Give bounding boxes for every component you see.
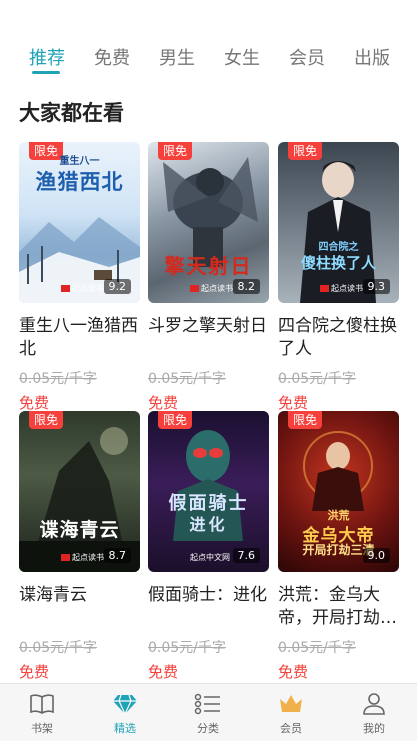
- nav-label: 书架: [31, 722, 53, 735]
- nav-label: 我的: [363, 722, 385, 735]
- cover-title: 擎天射日: [164, 254, 253, 278]
- section-title: 大家都在看: [19, 101, 124, 125]
- publisher-logo: 起点读书: [61, 283, 104, 294]
- book-title[interactable]: 四合院之傻柱换了人: [278, 315, 399, 361]
- tab-male[interactable]: 男生: [159, 44, 195, 70]
- publisher-logo: 起点读书: [61, 552, 104, 563]
- free-label: 免费: [19, 394, 50, 412]
- book-card[interactable]: 限免 洪荒 金乌大帝 开局打劫三清 9.0 洪荒：金乌大帝，开局打劫… 0.05…: [278, 411, 399, 682]
- free-label: 免费: [148, 663, 179, 681]
- score-badge: 9.3: [362, 279, 390, 294]
- cover-title: 傻柱换了人: [300, 254, 376, 272]
- active-tab-indicator: [32, 71, 60, 74]
- cover-subtitle: 四合院之: [318, 242, 359, 253]
- book-price: 0.05元/千字: [148, 371, 226, 387]
- score-badge: 9.2: [103, 279, 131, 294]
- score-badge: 8.2: [232, 279, 260, 294]
- cover-title: 渔猎西北: [35, 170, 124, 194]
- book-card[interactable]: 限免 假面骑士 进化 起点中文网 7.6 假面骑士：进化 0.05元/千字 免费: [148, 411, 269, 682]
- diamond-icon: [113, 694, 137, 716]
- book-card[interactable]: 限免 擎天射日 起点读书 8.2 斗罗之擎天射日 0.05元/千字 免费: [148, 142, 269, 413]
- publisher-label: 起点中文网: [190, 553, 230, 562]
- publisher-label: 起点读书: [331, 284, 363, 293]
- publisher-logo: 起点中文网: [190, 552, 230, 563]
- limited-free-badge: 限免: [158, 411, 193, 429]
- free-label: 免费: [19, 663, 50, 681]
- nav-category[interactable]: 分类: [178, 692, 238, 736]
- book-title[interactable]: 斗罗之擎天射日: [148, 315, 269, 361]
- limited-free-badge: 限免: [288, 142, 323, 160]
- tab-publish[interactable]: 出版: [354, 44, 390, 70]
- cover-title: 谍海青云: [39, 519, 120, 541]
- book-title[interactable]: 假面骑士：进化: [148, 584, 269, 630]
- book-title[interactable]: 洪荒：金乌大帝，开局打劫…: [278, 584, 399, 630]
- score-badge: 8.7: [103, 548, 131, 563]
- book-price: 0.05元/千字: [19, 371, 97, 387]
- book-cover[interactable]: 限免 重生八一 渔猎西北 起点读书 9.2: [19, 142, 140, 303]
- limited-free-badge: 限免: [158, 142, 193, 160]
- publisher-logo: 起点读书: [320, 283, 363, 294]
- list-icon: [194, 693, 220, 715]
- crown-icon: [280, 695, 302, 712]
- free-label: 免费: [278, 394, 309, 412]
- book-price: 0.05元/千字: [148, 640, 226, 656]
- nav-label: 分类: [197, 722, 219, 735]
- publisher-logo: 起点读书: [190, 283, 233, 294]
- limited-free-badge: 限免: [288, 411, 323, 429]
- publisher-label: 起点读书: [72, 553, 104, 562]
- cover-subtitle: 重生八一: [59, 156, 100, 167]
- limited-free-badge: 限免: [29, 411, 64, 429]
- tab-free[interactable]: 免费: [94, 44, 130, 70]
- book-icon: [30, 694, 54, 714]
- book-card[interactable]: 限免 谍海青云 起点读书 8.7 谍海青云 0.05元/千字 免费: [19, 411, 140, 682]
- publisher-label: 起点读书: [201, 284, 233, 293]
- nav-bookshelf[interactable]: 书架: [12, 692, 72, 736]
- book-price: 0.05元/千字: [19, 640, 97, 656]
- nav-member[interactable]: 会员: [261, 692, 321, 736]
- nav-profile[interactable]: 我的: [344, 692, 404, 736]
- bottom-nav: 书架 精选 分类 会员 我的: [0, 683, 417, 741]
- tab-recommend[interactable]: 推荐: [29, 44, 65, 70]
- tab-member[interactable]: 会员: [289, 44, 325, 70]
- book-card[interactable]: 限免 重生八一 渔猎西北 起点读书 9.2 重生八一渔猎西北 0.05元/千字 …: [19, 142, 140, 413]
- free-label: 免费: [278, 663, 309, 681]
- book-card[interactable]: 限免 四合院之 傻柱换了人 起点读书 9.3 四合院之傻柱换了人 0.05元/千…: [278, 142, 399, 413]
- book-cover[interactable]: 限免 谍海青云 起点读书 8.7: [19, 411, 140, 572]
- nav-featured[interactable]: 精选: [95, 692, 155, 736]
- book-price: 0.05元/千字: [278, 640, 356, 656]
- nav-label: 会员: [280, 722, 302, 735]
- book-cover[interactable]: 限免 擎天射日 起点读书 8.2: [148, 142, 269, 303]
- category-tabs: 推荐 免费 男生 女生 会员 出版: [0, 0, 417, 82]
- person-icon: [363, 693, 385, 715]
- book-cover[interactable]: 限免 洪荒 金乌大帝 开局打劫三清 9.0: [278, 411, 399, 572]
- cover-subtitle: 进化: [189, 515, 228, 534]
- score-badge: 7.6: [232, 548, 260, 563]
- book-title[interactable]: 重生八一渔猎西北: [19, 315, 140, 361]
- book-cover[interactable]: 限免 四合院之 傻柱换了人 起点读书 9.3: [278, 142, 399, 303]
- publisher-label: 起点读书: [72, 284, 104, 293]
- book-title[interactable]: 谍海青云: [19, 584, 140, 630]
- nav-label: 精选: [114, 722, 136, 735]
- tab-female[interactable]: 女生: [224, 44, 260, 70]
- free-label: 免费: [148, 394, 179, 412]
- book-price: 0.05元/千字: [278, 371, 356, 387]
- score-badge: 9.0: [362, 548, 390, 563]
- book-cover[interactable]: 限免 假面骑士 进化 起点中文网 7.6: [148, 411, 269, 572]
